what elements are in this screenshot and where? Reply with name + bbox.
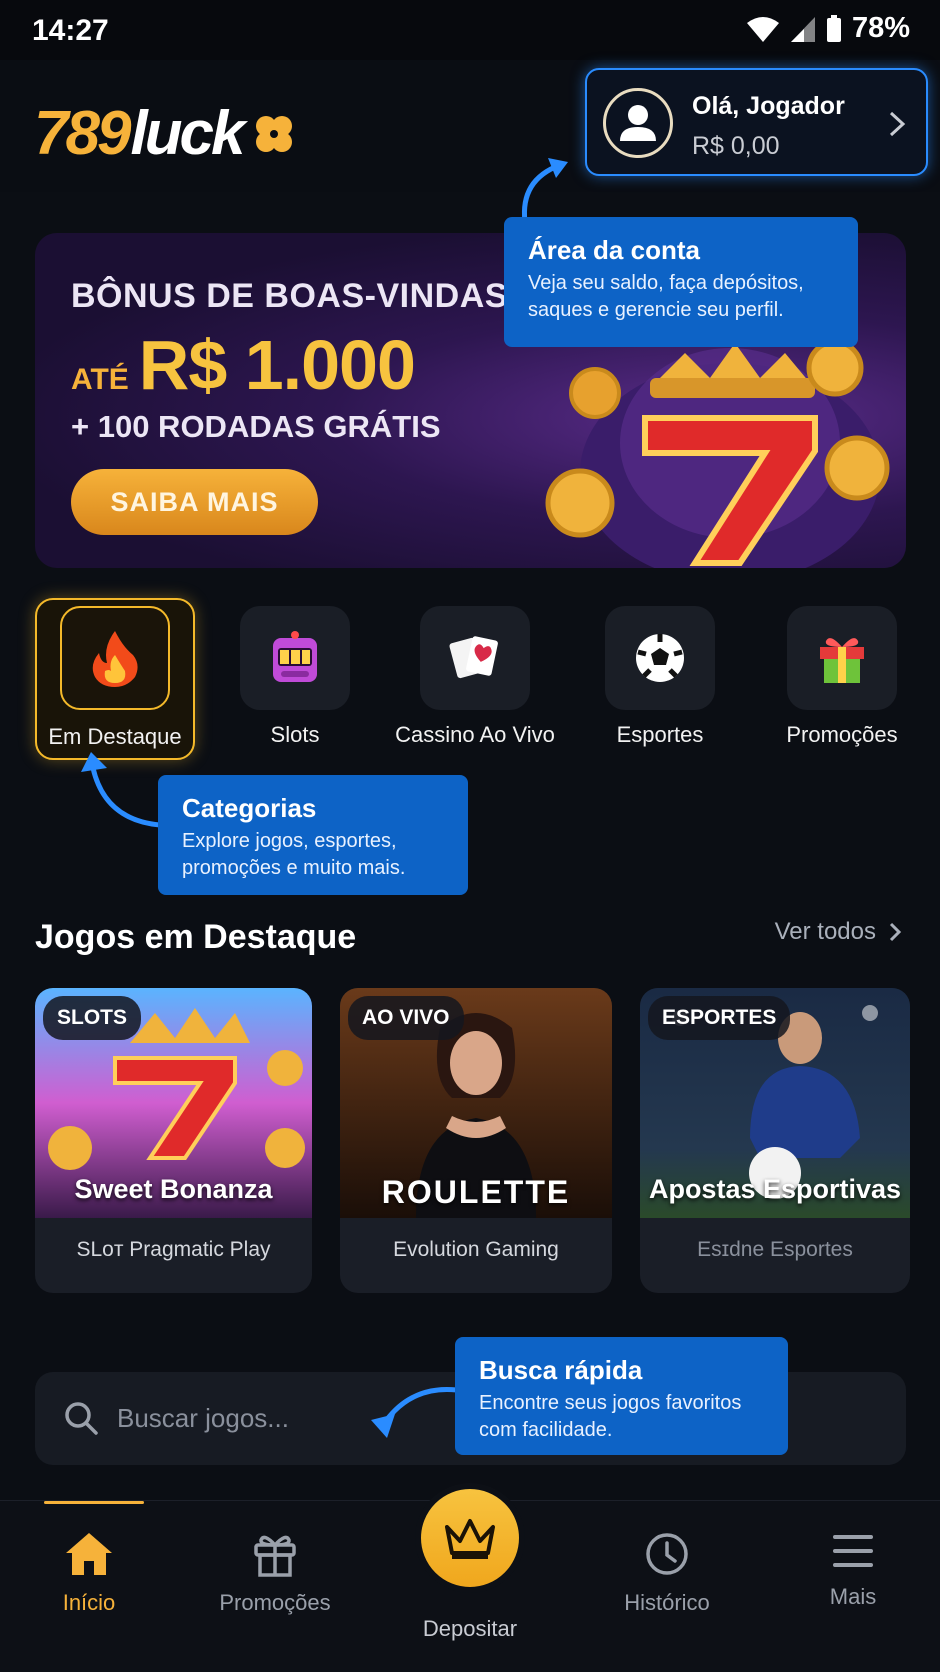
category-em-destaque[interactable]: Em Destaque bbox=[35, 598, 195, 760]
saiba-mais-button[interactable]: SAIBA MAIS bbox=[71, 469, 318, 535]
section-title: Jogos em Destaque bbox=[35, 918, 357, 956]
search-tooltip-arrow bbox=[371, 1386, 458, 1438]
fire-icon bbox=[92, 631, 138, 687]
nav-label: Promoções bbox=[219, 1590, 331, 1615]
category-icon-box bbox=[420, 606, 530, 710]
category-promocoes[interactable]: Promoções bbox=[762, 598, 922, 760]
deposit-button[interactable] bbox=[415, 1483, 525, 1593]
deposit-label: Depositar bbox=[422, 1616, 518, 1641]
home-icon bbox=[66, 1533, 112, 1575]
gift-icon bbox=[254, 1535, 296, 1577]
category-label: Esportes bbox=[616, 722, 704, 747]
active-tab-indicator bbox=[44, 1501, 144, 1504]
gift-icon bbox=[820, 638, 864, 683]
battery-icon bbox=[826, 14, 841, 42]
account-tooltip-text: Veja seu saldo, faça depósitos, saques e… bbox=[528, 272, 804, 321]
logo-word: luck bbox=[130, 99, 245, 168]
signal-icon bbox=[790, 16, 815, 42]
bottom-navigation: Início Promoções Depositar Histórico Mai… bbox=[0, 1483, 940, 1672]
category-label: Slots bbox=[270, 722, 320, 747]
search-tooltip-title: Busca rápida bbox=[479, 1355, 643, 1385]
search-tooltip: Busca rápida Encontre seus jogos favorit… bbox=[455, 1337, 788, 1455]
status-bar: 14:27 78% bbox=[0, 0, 940, 60]
crown-icon bbox=[445, 1519, 495, 1559]
category-label: Em Destaque bbox=[48, 724, 182, 749]
see-all-label: Ver todos bbox=[774, 918, 876, 945]
slot-seven-illustration bbox=[545, 339, 890, 568]
app-header: 789 luck Olá, Jogador R$ 0,00 bbox=[0, 60, 940, 192]
nav-inicio[interactable]: Início bbox=[9, 1531, 169, 1616]
menu-icon bbox=[833, 1535, 873, 1567]
account-tooltip: Área da conta Veja seu saldo, faça depós… bbox=[504, 217, 858, 347]
nav-label: Início bbox=[62, 1590, 116, 1615]
category-icon-box bbox=[605, 606, 715, 710]
clover-icon bbox=[255, 115, 292, 152]
avatar bbox=[603, 88, 673, 158]
game-provider: Esɪdne Esportes bbox=[697, 1238, 853, 1261]
chevron-right-icon bbox=[889, 111, 906, 137]
see-all-link[interactable]: Ver todos bbox=[775, 918, 902, 946]
category-esportes[interactable]: Esportes bbox=[580, 598, 740, 760]
account-balance: R$ 0,00 bbox=[692, 132, 780, 160]
game-card-apostas-esportivas[interactable]: ESPORTES Apostas Esportivas Esɪdne Espor… bbox=[640, 988, 910, 1293]
brand-logo[interactable]: 789 luck bbox=[34, 98, 297, 169]
banner-title: BÔNUS DE BOAS-VINDAS bbox=[71, 277, 508, 315]
categories-tooltip-title: Categorias bbox=[182, 793, 317, 823]
nav-historico[interactable]: Histórico bbox=[587, 1531, 747, 1616]
banner-amount-prefix: ATÉ bbox=[71, 363, 129, 396]
categories-tooltip: Categorias Explore jogos, esportes, prom… bbox=[158, 775, 468, 895]
game-tag: ESPORTES bbox=[648, 996, 791, 1040]
game-name: Sweet Bonanza bbox=[74, 1174, 273, 1204]
status-icons: 78% bbox=[746, 12, 910, 45]
nav-promocoes[interactable]: Promoções bbox=[195, 1531, 355, 1616]
banner-amount: R$ 1.000 bbox=[138, 326, 416, 404]
banner-subtitle: + 100 RODADAS GRÁTIS bbox=[71, 409, 441, 444]
search-tooltip-text: Encontre seus jogos favoritos com facili… bbox=[479, 1392, 742, 1441]
nav-label: Histórico bbox=[624, 1590, 710, 1615]
account-tooltip-title: Área da conta bbox=[528, 235, 700, 265]
nav-label: Mais bbox=[829, 1584, 877, 1609]
chevron-right-icon bbox=[889, 922, 902, 942]
category-label: Promoções bbox=[786, 722, 898, 747]
category-label: Cassino Ao Vivo bbox=[395, 722, 555, 747]
game-provider: SLoᴛ Pragmatic Play bbox=[76, 1238, 271, 1261]
banner-amount-row: ATÉ R$ 1.000 bbox=[71, 325, 416, 405]
game-tag: SLOTS bbox=[43, 996, 142, 1040]
user-icon bbox=[620, 105, 656, 141]
game-provider: Evolution Gaming bbox=[393, 1238, 559, 1261]
wifi-icon bbox=[746, 16, 779, 42]
category-icon-box bbox=[787, 606, 897, 710]
slot-machine-icon bbox=[273, 631, 317, 682]
game-card-sweet-bonanza[interactable]: SLOTS Sweet Bonanza SLoᴛ Pragmatic Play bbox=[35, 988, 312, 1293]
category-cassino-ao-vivo[interactable]: Cassino Ao Vivo bbox=[395, 598, 555, 760]
logo-number: 789 bbox=[34, 99, 131, 168]
account-button[interactable]: Olá, Jogador R$ 0,00 bbox=[585, 68, 928, 176]
game-name: Apostas Esportivas bbox=[648, 1174, 902, 1204]
categories-tooltip-arrow bbox=[81, 752, 161, 828]
search-icon bbox=[65, 1402, 98, 1435]
battery-percent: 78% bbox=[851, 12, 910, 44]
account-greeting: Olá, Jogador bbox=[692, 92, 845, 120]
soccer-ball-icon bbox=[636, 634, 684, 682]
nav-mais[interactable]: Mais bbox=[773, 1531, 933, 1610]
category-icon-box bbox=[60, 606, 170, 710]
game-tag: AO VIVO bbox=[348, 996, 464, 1040]
status-time: 14:27 bbox=[32, 14, 109, 47]
category-bar: Em Destaque Slots Cassino Ao Vivo Esport… bbox=[0, 598, 940, 768]
playing-cards-icon bbox=[449, 636, 498, 679]
game-card-roulette[interactable]: AO VIVO ROULETTE Evolution Gaming bbox=[340, 988, 612, 1293]
clock-icon bbox=[646, 1533, 688, 1575]
category-slots[interactable]: Slots bbox=[215, 598, 375, 760]
category-icon-box bbox=[240, 606, 350, 710]
categories-tooltip-text: Explore jogos, esportes, promoções e mui… bbox=[182, 830, 406, 879]
game-name: ROULETTE bbox=[381, 1174, 571, 1210]
